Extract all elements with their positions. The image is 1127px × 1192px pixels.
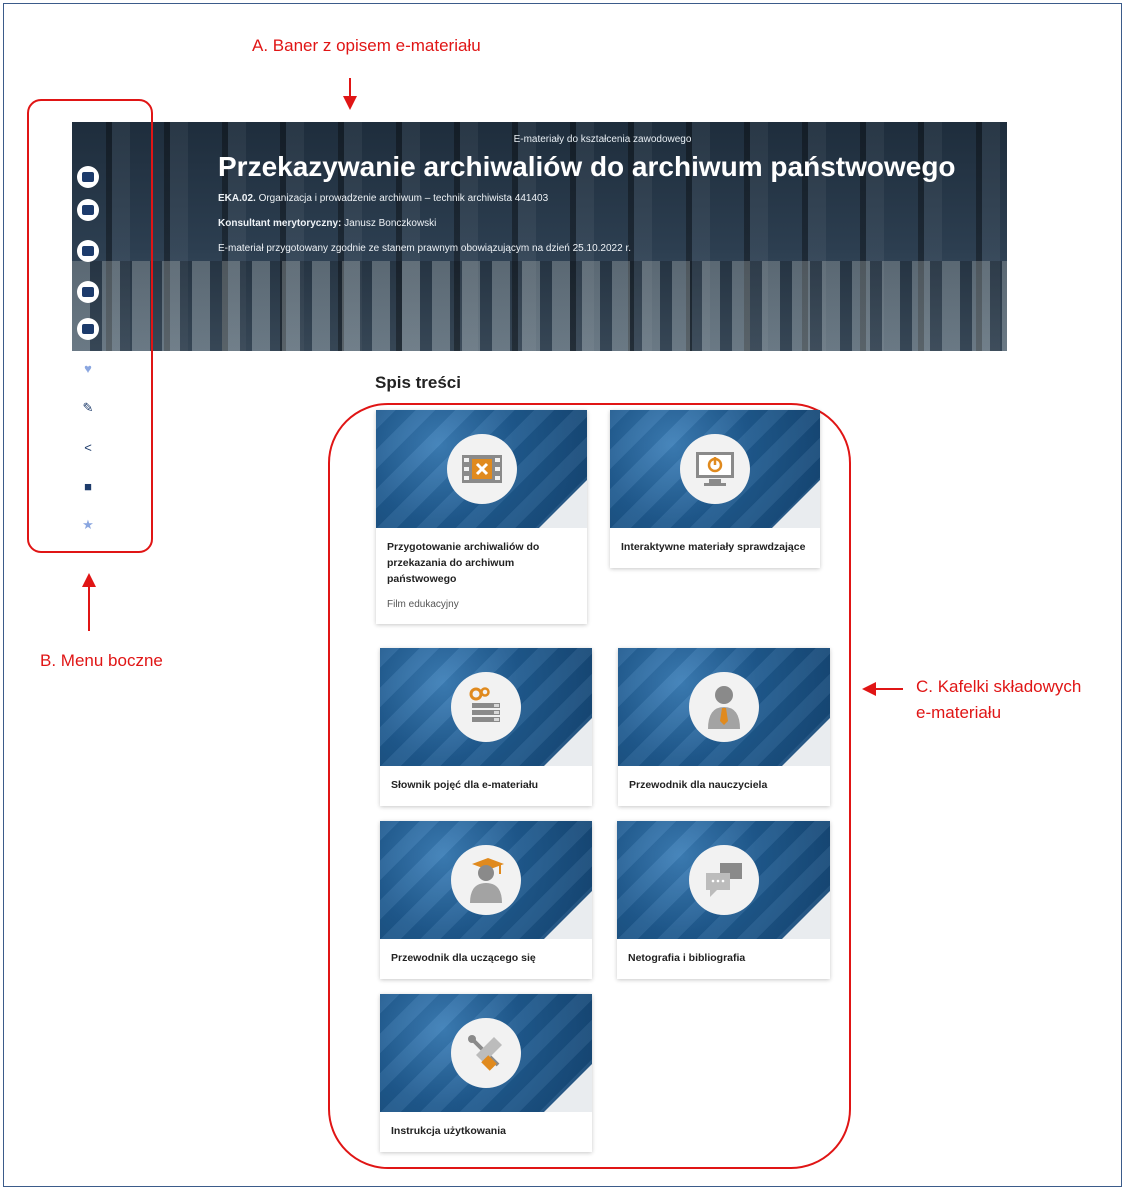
page-curl <box>539 480 587 528</box>
puzzle-icon[interactable]: ■ <box>80 479 96 495</box>
tile-teacher-guide[interactable]: Przewodnik dla nauczyciela <box>618 648 830 806</box>
banner-legal-note: E-materiał przygotowany zgodnie ze stane… <box>218 243 631 254</box>
share-icon[interactable]: < <box>80 440 96 456</box>
banner-title: Przekazywanie archiwaliów do archiwum pa… <box>218 151 956 182</box>
tile-interactive-tests[interactable]: Interaktywne materiały sprawdzające <box>610 410 820 568</box>
tile-image <box>380 994 592 1112</box>
gallery-icon[interactable] <box>77 281 99 303</box>
consultant-name: Janusz Bonczkowski <box>341 218 437 229</box>
tile-label: Przewodnik dla uczącego się <box>391 952 536 964</box>
image-icon[interactable] <box>77 240 99 262</box>
tile-image <box>610 410 820 528</box>
page-curl <box>782 718 830 766</box>
page-curl <box>544 1064 592 1112</box>
tile-label: Przygotowanie archiwaliów do przekazania… <box>387 541 540 585</box>
tile-glossary[interactable]: Słownik pojęć dla e-materiału <box>380 648 592 806</box>
tile-user-manual[interactable]: Instrukcja użytkowania <box>380 994 592 1152</box>
tile-label: Instrukcja użytkowania <box>391 1125 506 1137</box>
tile-label: Przewodnik dla nauczyciela <box>629 779 768 791</box>
consultant-label: Konsultant merytoryczny: <box>218 218 342 229</box>
qualification-code: EKA.02. <box>218 193 256 204</box>
annotation-a-arrow-shaft <box>349 78 351 98</box>
annotation-b-label: B. Menu boczne <box>40 651 163 670</box>
banner-qualification: EKA.02. Organizacja i prowadzenie archiw… <box>218 193 987 204</box>
tile-film[interactable]: Przygotowanie archiwaliów do przekazania… <box>376 410 587 625</box>
tile-image <box>617 821 830 939</box>
annotation-a-label: A. Baner z opisem e-materiału <box>252 36 481 55</box>
annotation-b-arrow-shaft <box>88 586 90 631</box>
annotation-c-label-line1: C. Kafelki składowych <box>916 677 1082 696</box>
tile-learner-guide[interactable]: Przewodnik dla uczącego się <box>380 821 592 979</box>
tile-image <box>376 410 587 528</box>
tile-sublabel: Film edukacyjny <box>387 599 459 611</box>
monitor-power-icon <box>680 434 750 504</box>
annotation-a-arrow-head <box>343 96 357 110</box>
page-curl <box>544 718 592 766</box>
book-icon[interactable] <box>77 166 99 188</box>
tile-label: Netografia i bibliografia <box>628 952 746 964</box>
qualification-text: Organizacja i prowadzenie archiwum – tec… <box>255 193 549 204</box>
tile-image <box>380 821 592 939</box>
banner: E-materiały do kształcenia zawodowego Pr… <box>72 122 1007 351</box>
annotation-c-arrow-head <box>862 682 876 696</box>
tile-image <box>380 648 592 766</box>
toc-title: Spis treści <box>375 373 461 392</box>
teacher-icon <box>689 672 759 742</box>
page-curl <box>544 891 592 939</box>
tile-bibliography[interactable]: Netografia i bibliografia <box>617 821 830 979</box>
annotation-c-arrow-shaft <box>875 688 903 690</box>
banner-kicker: E-materiały do kształcenia zawodowego <box>513 134 692 145</box>
annotation-c-label-line2: e-materiału <box>916 703 1002 722</box>
tools-icon <box>451 1018 521 1088</box>
star-icon[interactable]: ★ <box>80 517 96 533</box>
tile-label: Słownik pojęć dla e-materiału <box>391 779 539 791</box>
film-icon <box>446 434 517 504</box>
chat-icon <box>688 845 759 915</box>
student-icon <box>451 845 521 915</box>
books-gear-icon <box>451 672 521 742</box>
tile-image <box>618 648 830 766</box>
banner-consultant: Konsultant merytoryczny: Janusz Bonczkow… <box>218 218 987 229</box>
page-curl <box>782 891 830 939</box>
annotation-b-arrow-head <box>82 573 96 587</box>
print-icon[interactable] <box>77 199 99 221</box>
heart-icon[interactable]: ♥ <box>80 361 96 377</box>
pen-icon[interactable]: ✎ <box>80 400 96 416</box>
slides-icon[interactable] <box>77 318 99 340</box>
tile-label: Interaktywne materiały sprawdzające <box>621 541 806 553</box>
page-curl <box>772 480 820 528</box>
